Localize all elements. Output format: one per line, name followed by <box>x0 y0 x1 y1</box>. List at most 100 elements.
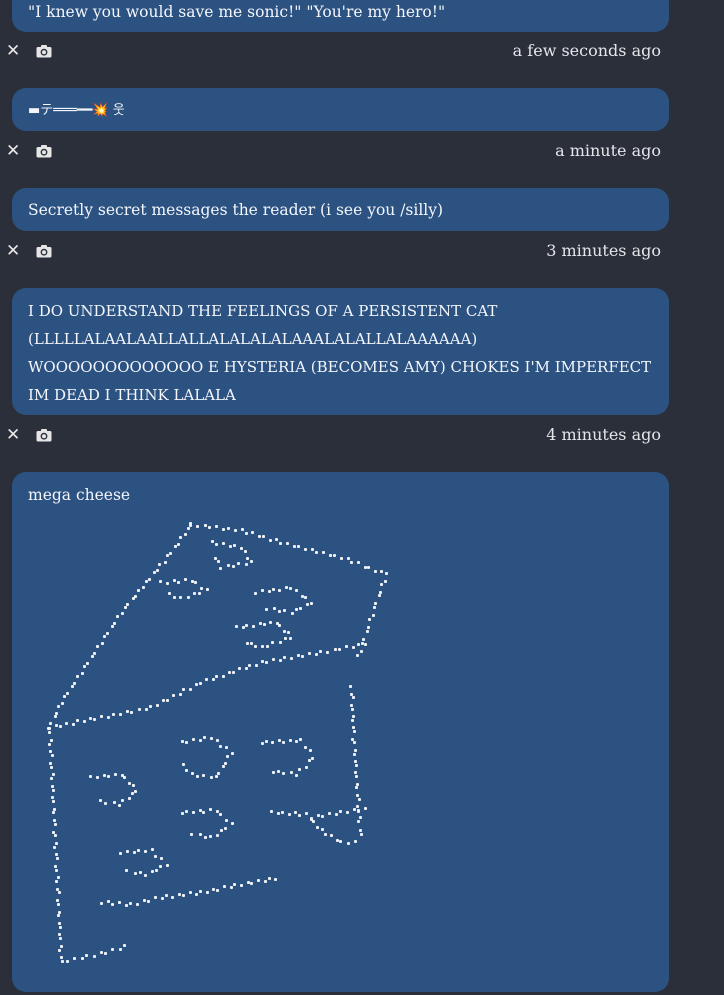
ascii-dot <box>147 577 151 581</box>
timestamp: a few seconds ago <box>512 41 661 60</box>
close-icon[interactable]: ✕ <box>6 41 20 61</box>
ascii-dot <box>352 741 356 745</box>
ascii-dot <box>222 765 225 768</box>
ascii-dot <box>278 739 282 743</box>
ascii-dot <box>254 663 258 667</box>
ascii-dot <box>266 645 269 648</box>
ascii-dot <box>252 624 256 628</box>
ascii-dot <box>356 793 360 797</box>
ascii-dot <box>363 565 367 569</box>
ascii-dot <box>245 557 249 560</box>
ascii-dot <box>385 572 388 575</box>
ascii-dot <box>187 596 191 599</box>
ascii-dot <box>53 834 57 838</box>
ascii-dot <box>293 545 296 548</box>
ascii-dot <box>154 854 157 858</box>
ascii-dot <box>271 641 274 644</box>
ascii-dot <box>188 891 192 895</box>
ascii-dot <box>55 880 58 883</box>
camera-icon[interactable] <box>36 428 52 442</box>
ascii-dot <box>118 948 122 951</box>
ascii-dot <box>57 891 61 895</box>
ascii-dot <box>240 884 243 887</box>
ascii-dot <box>315 551 318 554</box>
ascii-dot <box>118 901 121 905</box>
ascii-dot <box>144 850 147 854</box>
ascii-dot <box>260 589 264 593</box>
ascii-dot <box>137 848 140 852</box>
ascii-dot <box>282 772 285 776</box>
ascii-dot <box>133 872 137 875</box>
ascii-dot <box>149 705 152 708</box>
ascii-dot <box>197 592 201 595</box>
ascii-dot <box>241 528 244 531</box>
ascii-dot <box>311 547 314 551</box>
close-icon[interactable]: ✕ <box>6 241 20 261</box>
ascii-dot <box>262 623 266 627</box>
ascii-dot <box>162 699 166 703</box>
ascii-dot <box>261 660 264 663</box>
ascii-dot <box>283 609 286 612</box>
ascii-dot <box>273 607 276 610</box>
ascii-dot <box>176 542 180 546</box>
ascii-dot <box>222 885 226 889</box>
ascii-dot <box>279 659 282 662</box>
ascii-dot <box>287 813 291 816</box>
ascii-dot <box>379 590 382 594</box>
ascii-dot <box>159 580 162 583</box>
ascii-dot <box>245 563 248 566</box>
ascii-dot <box>104 952 107 955</box>
ascii-dot <box>126 710 129 713</box>
ascii-dot <box>322 550 325 554</box>
ascii-dot <box>75 675 79 678</box>
camera-icon[interactable] <box>36 244 52 258</box>
ascii-dot <box>125 869 129 872</box>
ascii-dot <box>209 808 213 812</box>
ascii-dot <box>215 525 218 528</box>
ascii-dot <box>216 738 219 742</box>
ascii-dot <box>55 857 59 861</box>
close-icon[interactable]: ✕ <box>6 425 20 445</box>
ascii-dot <box>352 645 356 649</box>
ascii-dot <box>136 588 140 592</box>
ascii-dot <box>134 790 137 793</box>
timestamp: 3 minutes ago <box>546 241 661 260</box>
ascii-dot <box>163 560 167 564</box>
ascii-dot <box>49 762 52 765</box>
ascii-dot <box>101 642 104 645</box>
ascii-dot <box>241 626 245 630</box>
close-icon[interactable]: ✕ <box>6 141 20 161</box>
ascii-dot <box>160 857 163 861</box>
ascii-dot <box>264 739 268 743</box>
ascii-dot <box>380 583 383 587</box>
ascii-dot <box>244 531 248 535</box>
ascii-dot <box>164 894 168 898</box>
ascii-dot <box>350 718 354 722</box>
ascii-dot <box>353 808 356 812</box>
ascii-dot <box>299 607 302 610</box>
ascii-dot <box>95 645 99 648</box>
ascii-dot <box>306 602 309 606</box>
ascii-dot <box>199 682 202 685</box>
ascii-dot <box>269 620 273 624</box>
camera-icon[interactable] <box>36 44 52 58</box>
ascii-dot <box>142 586 146 590</box>
ascii-dot <box>305 812 308 815</box>
ascii-dot <box>351 737 355 741</box>
camera-icon[interactable] <box>36 144 52 158</box>
ascii-dot <box>297 654 300 657</box>
ascii-dot <box>373 606 376 609</box>
ascii-dot <box>184 578 187 582</box>
ascii-dot <box>335 813 338 816</box>
ascii-dot <box>57 933 61 937</box>
ascii-dot <box>215 543 218 546</box>
message-text: Secretly secret messages the reader (i s… <box>28 201 444 219</box>
ascii-dot <box>57 902 61 906</box>
message-text: mega cheese <box>28 486 131 504</box>
ascii-dot <box>311 820 315 823</box>
ascii-dot <box>358 816 362 820</box>
ascii-dot <box>55 842 58 845</box>
ascii-dot <box>58 937 62 941</box>
ascii-dot <box>304 548 307 551</box>
ascii-dot <box>351 696 355 700</box>
